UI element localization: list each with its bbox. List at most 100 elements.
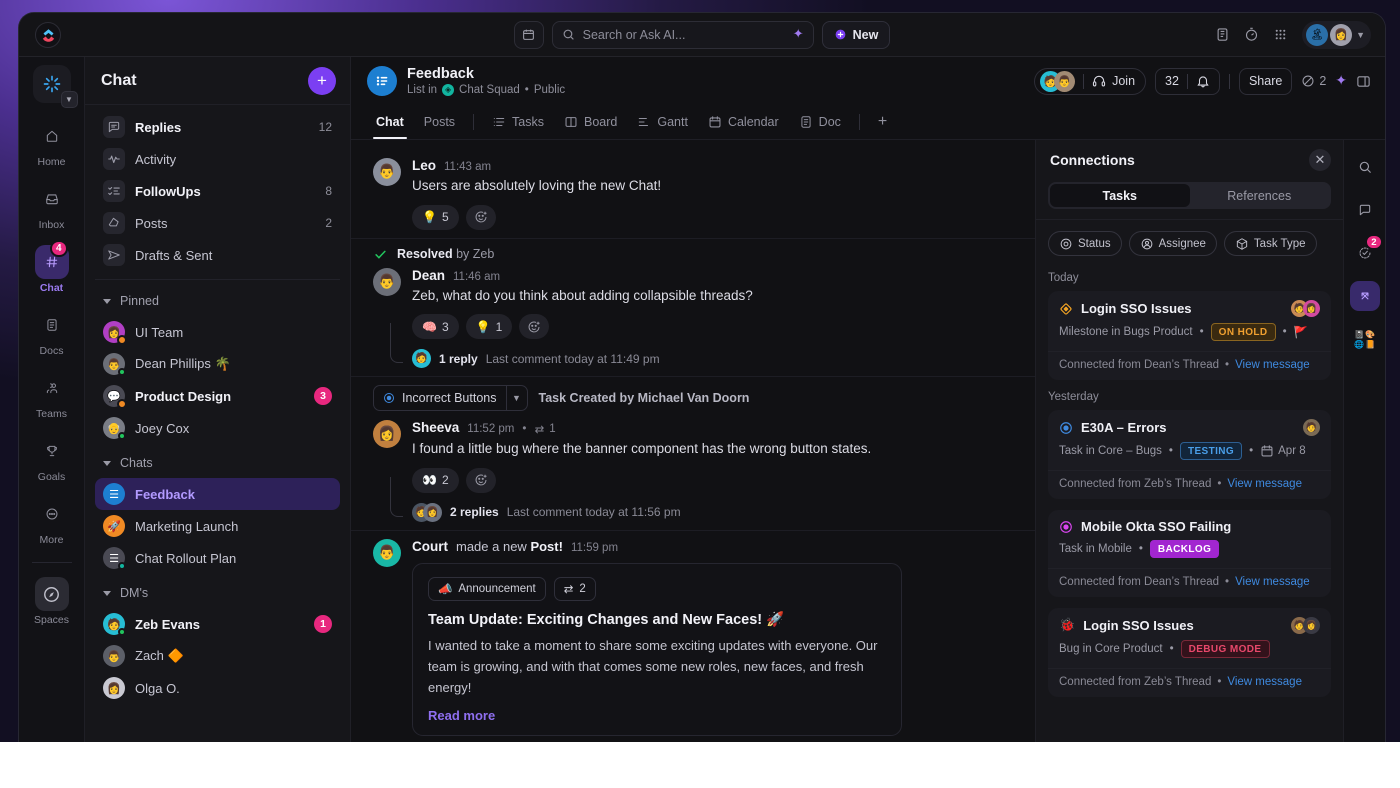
right-rail-search[interactable] — [1350, 152, 1380, 182]
connection-card[interactable]: E30A – Errors 🧑 Task in Core – Bugs • TE… — [1048, 410, 1331, 499]
sidebar-item-home[interactable]: Home — [23, 119, 81, 168]
post-card[interactable]: 📣 Announcement ⇄ 2 Team Update: Exciting Ch… — [412, 562, 902, 736]
tab-doc[interactable]: Doc — [790, 105, 850, 139]
add-reaction-button[interactable] — [465, 467, 496, 493]
tab-label: Doc — [818, 115, 841, 129]
new-chat-button[interactable]: + — [308, 66, 336, 95]
tab-posts[interactable]: Posts — [415, 105, 464, 139]
apps-grid-icon[interactable] — [1273, 27, 1288, 42]
list-item[interactable]: 🚀 Marketing Launch — [95, 510, 340, 542]
connections-list[interactable]: Today Login SSO Issues 🧑 👩 Milestone in B… — [1036, 268, 1343, 742]
right-rail-connections[interactable] — [1349, 281, 1380, 311]
stopwatch-icon[interactable] — [1244, 27, 1259, 42]
breadcrumb-space[interactable]: Chat Squad — [459, 84, 520, 96]
tab-tasks[interactable]: Tasks — [483, 105, 553, 139]
sidebar-item-docs[interactable]: Docs — [23, 308, 81, 357]
member-count-button[interactable]: 32 — [1155, 67, 1220, 95]
post-chip[interactable]: 📣 Announcement — [428, 576, 546, 601]
sidebar-group-chats[interactable]: Chats — [95, 448, 340, 478]
clipboard-icon[interactable] — [1215, 27, 1230, 42]
connections-tab-tasks[interactable]: Tasks — [1050, 184, 1190, 207]
flag-icon[interactable]: 🚩 — [1294, 325, 1308, 339]
filter-assignee[interactable]: Assignee — [1128, 231, 1217, 256]
thread-summary[interactable]: 🧑 1 reply Last comment today at 11:49 pm — [390, 323, 1017, 369]
sidebar-item-activity[interactable]: Activity — [95, 143, 340, 175]
global-nav-rail: ▼ Home Inbox 4 Chat Docs Teams Goals More Space… — [19, 57, 85, 742]
chevron-down-icon[interactable]: ▼ — [1356, 30, 1365, 40]
list-item[interactable]: 👨 Zach 🔶 — [95, 640, 340, 672]
list-item[interactable]: 👴 Joey Cox — [95, 412, 340, 444]
status-badge[interactable]: ON HOLD — [1210, 323, 1276, 341]
right-rail-comment[interactable] — [1350, 195, 1380, 225]
sidebar-item-goals[interactable]: Goals — [23, 434, 81, 483]
view-message-link[interactable]: View message — [1227, 676, 1302, 688]
thread-summary[interactable]: 🧑 👩 2 replies Last comment today at 11:56… — [390, 476, 1017, 522]
view-message-link[interactable]: View message — [1227, 478, 1302, 490]
read-more-link[interactable]: Read more — [428, 708, 886, 723]
connections-tab-references[interactable]: References — [1190, 184, 1330, 207]
view-message-link[interactable]: View message — [1235, 576, 1310, 588]
sidebar-item-spaces[interactable]: Spaces — [23, 577, 81, 626]
user-avatar-group[interactable]: 🏝 👩 ▼ — [1302, 20, 1371, 49]
due-date[interactable]: Apr 8 — [1260, 444, 1306, 458]
tab-calendar[interactable]: Calendar — [699, 105, 788, 139]
linked-task-chip[interactable]: Incorrect Buttons ▼ — [373, 385, 528, 412]
right-rail-apps[interactable]: 📓 🎨 🌐 📙 — [1350, 324, 1380, 354]
close-icon[interactable]: ✕ — [1309, 149, 1331, 171]
share-button[interactable]: Share — [1238, 67, 1293, 95]
sidebar-item-replies[interactable]: Replies 12 — [95, 111, 340, 143]
add-tab-button[interactable]: + — [869, 105, 896, 139]
filter-task-type[interactable]: Task Type — [1223, 231, 1317, 256]
sidebar-group-dms[interactable]: DM's — [95, 578, 340, 608]
sidebar-scroll[interactable]: Replies 12 Activity FollowUps 8 Posts 2 Drafts … — [85, 105, 350, 742]
add-reaction-button[interactable] — [519, 314, 550, 340]
list-item[interactable]: 🧑 Zeb Evans 1 — [95, 608, 340, 640]
sparkle-icon[interactable]: ✦ — [1335, 73, 1347, 89]
connection-card[interactable]: Login SSO Issues 🧑 👩 Milestone in Bugs Pr… — [1048, 291, 1331, 380]
reaction-pill[interactable]: 🧠 3 — [412, 314, 459, 340]
sidebar-item-followups[interactable]: FollowUps 8 — [95, 175, 340, 207]
post-chip[interactable]: ⇄ 2 — [553, 576, 596, 601]
join-call-button[interactable]: 🧑 👨 Join — [1034, 67, 1147, 95]
sidebar-item-inbox[interactable]: Inbox — [23, 182, 81, 231]
reaction-pill[interactable]: 💡 1 — [465, 314, 513, 340]
connection-card[interactable]: Mobile Okta SSO Failing Task in Mobile •… — [1048, 510, 1331, 597]
chevron-down-icon[interactable]: ▼ — [505, 386, 527, 411]
panel-toggle-icon[interactable] — [1356, 74, 1371, 89]
list-item[interactable]: ☰ Feedback — [95, 478, 340, 510]
tab-label: Posts — [423, 115, 456, 129]
search-input[interactable]: Search or Ask AI... ✦ — [551, 20, 814, 49]
view-message-link[interactable]: View message — [1235, 359, 1310, 371]
tab-chat[interactable]: Chat — [367, 105, 413, 139]
tab-gantt[interactable]: Gantt — [628, 105, 697, 139]
calendar-icon[interactable] — [513, 20, 544, 49]
sidebar-item-more[interactable]: More — [23, 497, 81, 546]
list-item[interactable]: 👨 Dean Phillips 🌴 — [95, 348, 340, 380]
reaction-pill[interactable]: 👀 2 — [412, 467, 459, 493]
list-item[interactable]: ☰ Chat Rollout Plan — [95, 542, 340, 574]
sidebar-item-drafts-sent[interactable]: Drafts & Sent — [95, 239, 340, 271]
sparkle-icon[interactable]: ✦ — [793, 27, 804, 42]
status-badge[interactable]: BACKLOG — [1149, 540, 1220, 558]
reaction-pill[interactable]: 💡 5 — [412, 204, 459, 230]
message-list[interactable]: 👨 Leo 11:43 am Users are absolutely lovi… — [351, 140, 1035, 742]
tab-board[interactable]: Board — [555, 105, 626, 139]
sidebar-item-posts[interactable]: Posts 2 — [95, 207, 340, 239]
sidebar-item-chat[interactable]: 4 Chat — [23, 240, 81, 294]
link-count-button[interactable]: 2 — [1301, 74, 1326, 88]
status-badge[interactable]: DEBUG MODE — [1180, 640, 1270, 658]
connection-card[interactable]: 🐞 Login SSO Issues 🧑 👩 Bug in Core Produc… — [1048, 608, 1331, 697]
list-item[interactable]: 👩 UI Team — [95, 316, 340, 348]
status-badge[interactable]: TESTING — [1179, 442, 1243, 460]
sidebar-group-pinned[interactable]: Pinned — [95, 286, 340, 316]
sidebar-item-teams[interactable]: Teams — [23, 371, 81, 420]
add-reaction-button[interactable] — [465, 204, 496, 230]
filter-status[interactable]: Status — [1048, 231, 1122, 256]
bell-icon[interactable] — [1196, 74, 1210, 88]
workspace-switcher[interactable]: ▼ — [32, 65, 78, 108]
list-item[interactable]: 👩 Olga O. — [95, 672, 340, 704]
right-rail-check-circle[interactable]: 2 — [1350, 234, 1383, 268]
chevron-down-icon[interactable]: ▼ — [60, 91, 78, 108]
list-item[interactable]: 💬 Product Design 3 — [95, 380, 340, 412]
new-button[interactable]: New — [821, 20, 891, 49]
